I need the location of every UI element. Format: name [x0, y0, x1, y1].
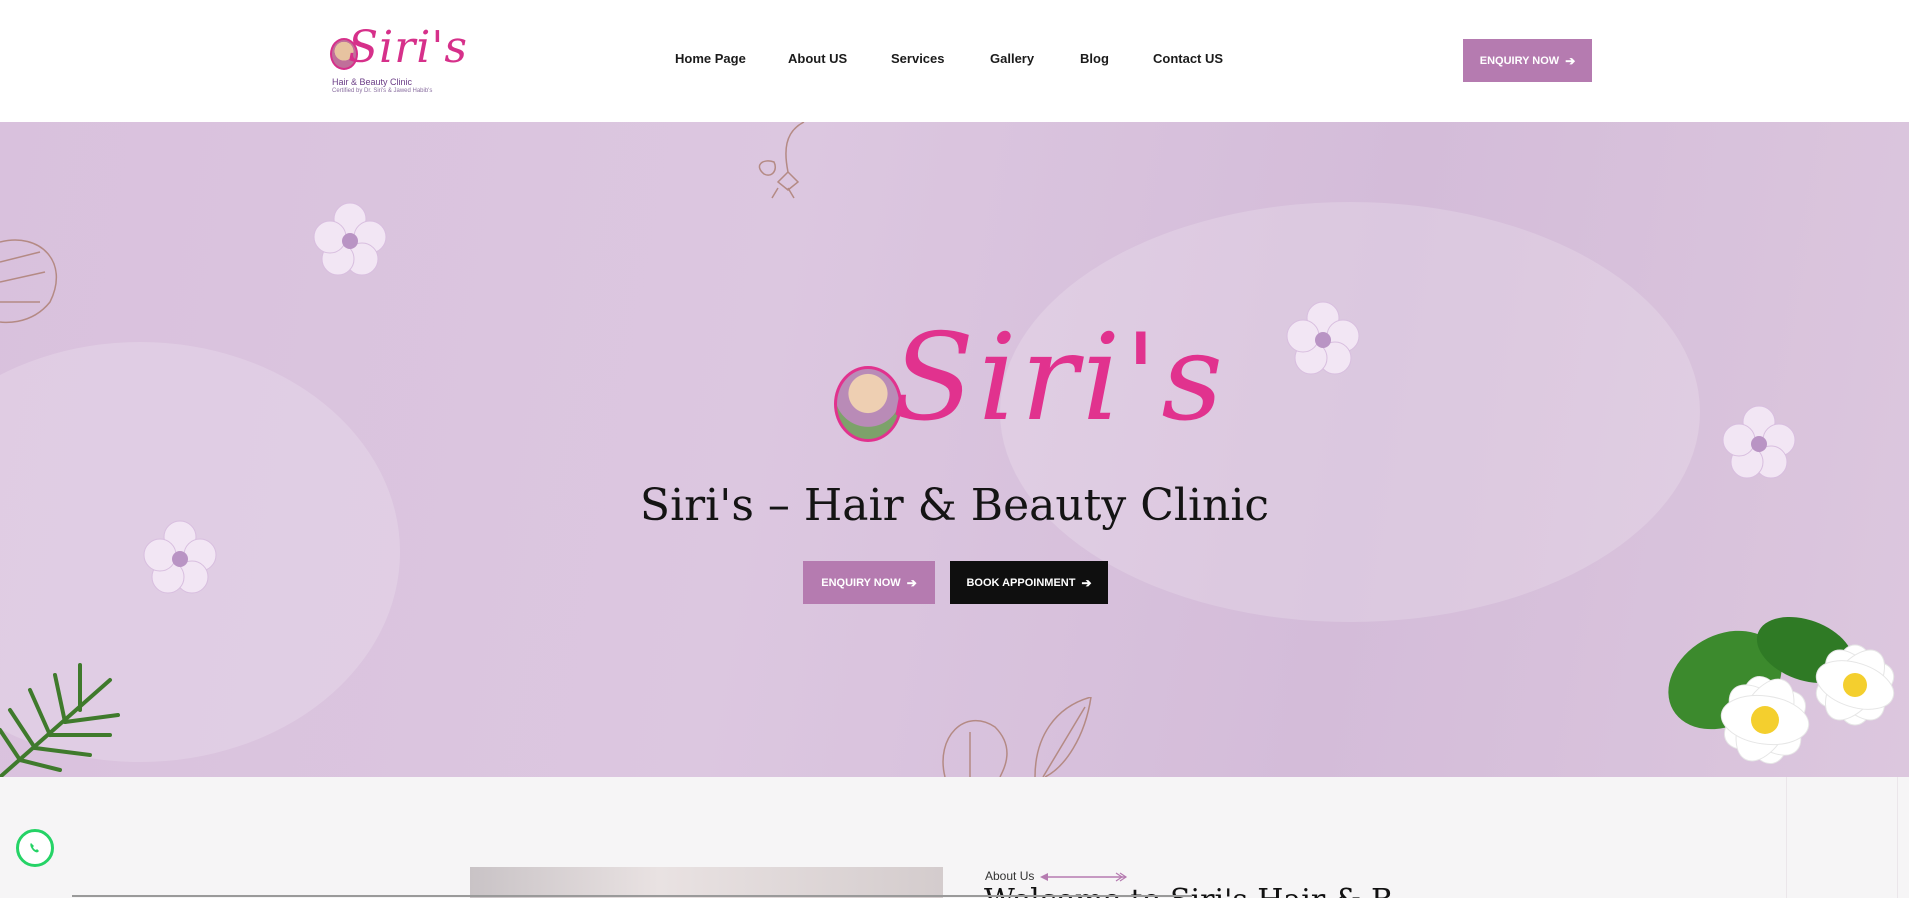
- nav-blog[interactable]: Blog: [1080, 51, 1109, 66]
- hero-title: Siri's – Hair & Beauty Clinic: [639, 480, 1270, 531]
- hero-enquiry-label: ENQUIRY NOW: [821, 576, 901, 589]
- site-header: Siri's Hair & Beauty Clinic Certified by…: [0, 0, 1909, 122]
- hero-section: Siri's Siri's – Hair & Beauty Clinic ENQ…: [0, 122, 1909, 777]
- site-logo[interactable]: Siri's Hair & Beauty Clinic Certified by…: [326, 22, 467, 98]
- whatsapp-button[interactable]: [16, 829, 54, 867]
- arrow-right-icon: ➔: [1081, 575, 1092, 590]
- hero-enquiry-button[interactable]: ENQUIRY NOW ➔: [803, 561, 935, 604]
- horizontal-scrollbar[interactable]: [72, 895, 1192, 897]
- nav-contact[interactable]: Contact US: [1153, 51, 1223, 66]
- hero-book-appointment-button[interactable]: BOOK APPOINMENT ➔: [950, 561, 1108, 604]
- decorative-outline: [1786, 777, 1898, 898]
- flower-decoration-icon: [1722, 405, 1796, 479]
- nav-services[interactable]: Services: [891, 51, 945, 66]
- logo-wordmark: Siri's: [348, 22, 468, 73]
- logo-subtitle: Hair & Beauty Clinic: [332, 77, 413, 87]
- flower-decoration-icon: [313, 202, 387, 276]
- nav-home[interactable]: Home Page: [675, 51, 746, 66]
- hero-book-label: BOOK APPOINMENT: [966, 576, 1076, 589]
- line-art-leaf-icon: [0, 239, 57, 324]
- plumeria-flower-decoration-icon: [1668, 617, 1895, 765]
- arrow-right-icon: ➔: [1565, 53, 1576, 68]
- about-label: About Us: [985, 869, 1035, 883]
- hero-logo: Siri's: [834, 314, 1223, 454]
- header-enquiry-button[interactable]: ENQUIRY NOW ➔: [1463, 39, 1592, 82]
- line-art-leaf-icon: [942, 697, 1092, 777]
- whatsapp-icon: [30, 843, 39, 853]
- palm-leaf-decoration-icon: [0, 663, 120, 777]
- logo-tagline: Certified by Dr. Siri's & Jawed Habib's: [332, 88, 433, 94]
- header-enquiry-label: ENQUIRY NOW: [1479, 54, 1560, 67]
- flower-decoration-icon: [1286, 301, 1360, 375]
- hero-logo-wordmark: Siri's: [892, 309, 1227, 448]
- line-art-flower-icon: [758, 122, 805, 199]
- nav-about[interactable]: About US: [788, 51, 847, 66]
- decorative-arrow-icon: [1040, 872, 1128, 882]
- arrow-right-icon: ➔: [906, 575, 917, 590]
- about-image: [470, 867, 943, 898]
- nav-gallery[interactable]: Gallery: [990, 51, 1034, 66]
- about-section: About Us Welcome to Siri's Hair & B: [0, 777, 1909, 898]
